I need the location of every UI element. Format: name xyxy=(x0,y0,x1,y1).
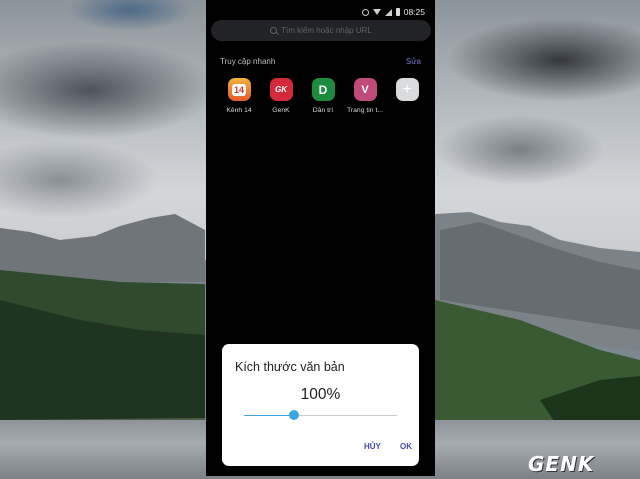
genk-watermark-logo: GENK xyxy=(528,452,595,476)
search-input[interactable]: Tìm kiếm hoặc nhập URL xyxy=(211,20,431,41)
shortcut-trang-tin[interactable]: V Trang tin t... xyxy=(344,78,386,114)
text-size-value: 100% xyxy=(300,386,341,403)
genk-logo-icon: GK xyxy=(269,78,293,101)
kenh14-logo-icon: 14 xyxy=(227,78,251,101)
slider-fill xyxy=(244,415,295,416)
shortcut-label: GenK xyxy=(272,107,290,114)
shortcut-label: Kênh 14 xyxy=(226,107,252,114)
status-bar: 08:25 xyxy=(361,6,425,18)
text-size-slider[interactable] xyxy=(244,410,397,420)
status-time: 08:25 xyxy=(403,7,425,17)
dialog-title: Kích thước văn bản xyxy=(235,360,345,374)
text-size-dialog: Kích thước văn bản 100% HỦY OK xyxy=(222,344,419,466)
trang-tin-logo-icon: V xyxy=(353,78,377,101)
signal-icon xyxy=(384,8,392,16)
dantri-logo-icon: D xyxy=(311,78,335,101)
search-placeholder: Tìm kiếm hoặc nhập URL xyxy=(281,26,372,35)
add-shortcut-button[interactable]: + xyxy=(386,78,428,114)
shortcut-label: Trang tin t... xyxy=(346,107,383,114)
edit-quick-access-button[interactable]: Sửa xyxy=(406,57,421,66)
search-icon xyxy=(270,27,278,34)
shortcut-label: Dân trí xyxy=(312,107,334,114)
phone-screen: 08:25 Tìm kiếm hoặc nhập URL Truy cập nh… xyxy=(206,0,435,476)
ok-button[interactable]: OK xyxy=(400,442,412,451)
battery-icon xyxy=(395,8,400,16)
plus-icon: + xyxy=(395,78,419,101)
quick-access-shortcuts: 14 Kênh 14 GK GenK D Dân trí V Trang tin… xyxy=(218,78,428,114)
quick-access-title: Truy cập nhanh xyxy=(220,57,276,66)
cancel-button[interactable]: HỦY xyxy=(364,442,381,451)
alarm-icon xyxy=(361,8,369,16)
shortcut-kenh14[interactable]: 14 Kênh 14 xyxy=(218,78,260,114)
wifi-icon xyxy=(372,9,381,15)
slider-thumb[interactable] xyxy=(289,410,300,420)
shortcut-dantri[interactable]: D Dân trí xyxy=(302,78,344,114)
shortcut-genk[interactable]: GK GenK xyxy=(260,78,302,114)
